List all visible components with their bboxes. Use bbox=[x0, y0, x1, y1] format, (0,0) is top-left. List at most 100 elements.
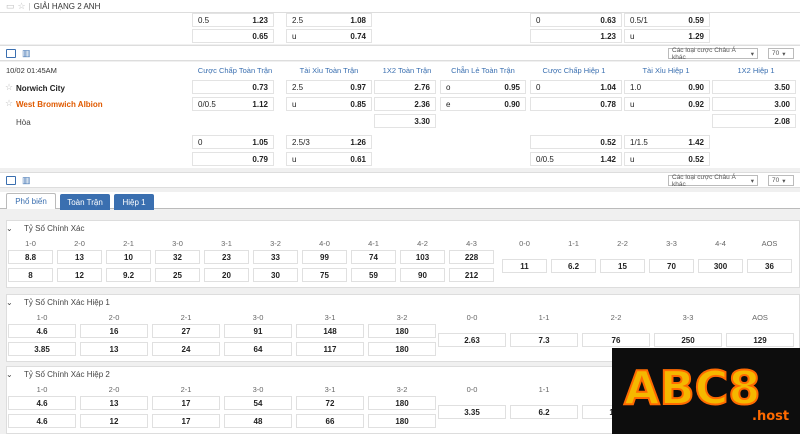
chart-icon[interactable]: ▥ bbox=[22, 175, 31, 186]
score-odds-away[interactable]: 8 bbox=[8, 268, 53, 282]
odds-cell[interactable]: u 0.92 bbox=[624, 97, 710, 111]
score-odds-home[interactable]: 8.8 bbox=[8, 250, 53, 264]
score-odds-home[interactable]: 17 bbox=[152, 396, 220, 410]
score-odds-home[interactable]: 23 bbox=[204, 250, 249, 264]
score-odds-home[interactable]: 4.6 bbox=[8, 396, 76, 410]
section-collapse-icon[interactable]: ⌄ bbox=[6, 370, 13, 379]
score-odds-draw[interactable]: 70 bbox=[649, 259, 694, 273]
score-odds-draw[interactable]: 3.35 bbox=[438, 405, 506, 419]
odds-cell[interactable]: u 1.29 bbox=[624, 29, 710, 43]
score-odds-away[interactable]: 3.85 bbox=[8, 342, 76, 356]
score-odds-away[interactable]: 66 bbox=[296, 414, 364, 428]
tab-half-1[interactable]: Hiệp 1 bbox=[114, 194, 154, 210]
score-odds-draw[interactable]: 6.2 bbox=[510, 405, 578, 419]
odds-cell[interactable]: 2.08 bbox=[712, 114, 796, 128]
score-odds-away[interactable]: 25 bbox=[155, 268, 200, 282]
odds-cell[interactable]: 2.5 1.08 bbox=[286, 13, 372, 27]
score-odds-home[interactable]: 10 bbox=[106, 250, 151, 264]
score-odds-away[interactable]: 30 bbox=[253, 268, 298, 282]
score-odds-draw[interactable]: 11 bbox=[502, 259, 547, 273]
score-odds-draw[interactable]: 6.2 bbox=[551, 259, 596, 273]
score-odds-home[interactable]: 228 bbox=[449, 250, 494, 264]
score-odds-draw[interactable]: 300 bbox=[698, 259, 743, 273]
score-odds-home[interactable]: 72 bbox=[296, 396, 364, 410]
score-odds-draw[interactable]: 2.63 bbox=[438, 333, 506, 347]
score-odds-away[interactable]: 12 bbox=[57, 268, 102, 282]
score-odds-home[interactable]: 180 bbox=[368, 396, 436, 410]
score-odds-away[interactable]: 4.6 bbox=[8, 414, 76, 428]
odds-cell[interactable]: 0/0.5 1.42 bbox=[530, 152, 622, 166]
score-odds-away[interactable]: 59 bbox=[351, 268, 396, 282]
score-odds-home[interactable]: 16 bbox=[80, 324, 148, 338]
score-odds-home[interactable]: 33 bbox=[253, 250, 298, 264]
score-odds-home[interactable]: 27 bbox=[152, 324, 220, 338]
odds-cell[interactable]: 0.65 bbox=[192, 29, 274, 43]
odds-cell[interactable]: 2.76 bbox=[374, 80, 436, 94]
odds-cell[interactable]: 0.5/1 0.59 bbox=[624, 13, 710, 27]
odds-cell[interactable]: u 0.61 bbox=[286, 152, 372, 166]
section-collapse-icon[interactable]: ⌄ bbox=[6, 224, 13, 233]
score-odds-draw[interactable]: 36 bbox=[747, 259, 792, 273]
odds-cell[interactable]: 0.5 1.23 bbox=[192, 13, 274, 27]
score-odds-home[interactable]: 180 bbox=[368, 324, 436, 338]
score-odds-away[interactable]: 75 bbox=[302, 268, 347, 282]
score-odds-home[interactable]: 74 bbox=[351, 250, 396, 264]
score-odds-home[interactable]: 13 bbox=[80, 396, 148, 410]
section-collapse-icon[interactable]: ⌄ bbox=[6, 298, 13, 307]
score-odds-home[interactable]: 103 bbox=[400, 250, 445, 264]
score-odds-draw[interactable]: 129 bbox=[726, 333, 794, 347]
odds-cell[interactable]: 2.5 0.97 bbox=[286, 80, 372, 94]
score-odds-away[interactable]: 17 bbox=[152, 414, 220, 428]
score-odds-away[interactable]: 90 bbox=[400, 268, 445, 282]
score-odds-away[interactable]: 64 bbox=[224, 342, 292, 356]
odds-cell[interactable]: e 0.90 bbox=[440, 97, 526, 111]
score-odds-home[interactable]: 13 bbox=[57, 250, 102, 264]
odds-cell[interactable]: o 0.95 bbox=[440, 80, 526, 94]
score-odds-draw[interactable]: 15 bbox=[600, 259, 645, 273]
score-odds-away[interactable]: 24 bbox=[152, 342, 220, 356]
score-odds-home[interactable]: 4.6 bbox=[8, 324, 76, 338]
odds-cell[interactable]: 0.52 bbox=[530, 135, 622, 149]
favorite-star-icon[interactable]: ☆ bbox=[18, 1, 26, 11]
odds-cell[interactable]: 0.79 bbox=[192, 152, 274, 166]
score-odds-home[interactable]: 54 bbox=[224, 396, 292, 410]
odds-cell[interactable]: 1.23 bbox=[530, 29, 622, 43]
score-odds-draw[interactable]: 7.3 bbox=[510, 333, 578, 347]
odds-cell[interactable]: u 0.74 bbox=[286, 29, 372, 43]
collapse-icon[interactable]: ▭ bbox=[6, 1, 15, 11]
score-odds-home[interactable]: 91 bbox=[224, 324, 292, 338]
odds-cell[interactable]: 2.36 bbox=[374, 97, 436, 111]
odds-cell[interactable]: 1.0 0.90 bbox=[624, 80, 710, 94]
odds-cell[interactable]: 2.5/3 1.26 bbox=[286, 135, 372, 149]
score-odds-away[interactable]: 180 bbox=[368, 414, 436, 428]
odds-cell[interactable]: 1/1.5 1.42 bbox=[624, 135, 710, 149]
odds-cell[interactable]: 3.30 bbox=[374, 114, 436, 128]
score-odds-away[interactable]: 12 bbox=[80, 414, 148, 428]
score-odds-home[interactable]: 148 bbox=[296, 324, 364, 338]
odds-cell[interactable]: 3.00 bbox=[712, 97, 796, 111]
grid-view-icon[interactable] bbox=[6, 176, 16, 185]
odds-cell[interactable]: 0 0.63 bbox=[530, 13, 622, 27]
row-count-select[interactable]: 70 ▾ bbox=[768, 175, 794, 186]
score-odds-away[interactable]: 48 bbox=[224, 414, 292, 428]
odds-type-select[interactable]: Các loại cược Châu Á khác ▾ bbox=[668, 174, 758, 188]
odds-cell[interactable]: u 0.85 bbox=[286, 97, 372, 111]
grid-view-icon[interactable] bbox=[6, 49, 16, 58]
tab-full-time[interactable]: Toàn Trận bbox=[60, 194, 110, 210]
score-odds-away[interactable]: 212 bbox=[449, 268, 494, 282]
odds-cell[interactable]: 0/0.5 1.12 bbox=[192, 97, 274, 111]
score-odds-away[interactable]: 180 bbox=[368, 342, 436, 356]
odds-type-select[interactable]: Các loại cược Châu Á khác ▾ bbox=[668, 47, 758, 61]
favorite-star-icon[interactable]: ☆ bbox=[5, 83, 13, 92]
score-odds-home[interactable]: 32 bbox=[155, 250, 200, 264]
odds-cell[interactable]: 0 1.05 bbox=[192, 135, 274, 149]
odds-cell[interactable]: u 0.52 bbox=[624, 152, 710, 166]
score-odds-home[interactable]: 99 bbox=[302, 250, 347, 264]
score-odds-away[interactable]: 9.2 bbox=[106, 268, 151, 282]
favorite-star-icon[interactable]: ☆ bbox=[5, 99, 13, 108]
away-team[interactable]: West Bromwich Albion bbox=[16, 100, 103, 109]
odds-cell[interactable]: 0.78 bbox=[530, 97, 622, 111]
odds-cell[interactable]: 0.73 bbox=[192, 80, 274, 94]
tab-popular[interactable]: Phổ biến bbox=[6, 193, 56, 209]
score-odds-away[interactable]: 117 bbox=[296, 342, 364, 356]
